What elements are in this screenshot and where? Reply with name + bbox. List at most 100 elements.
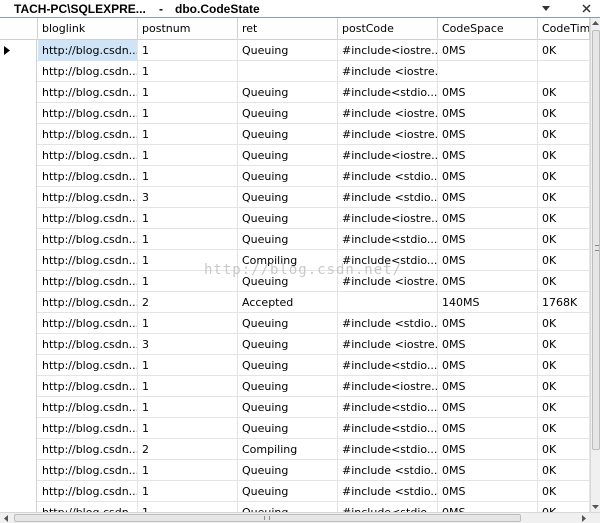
row-selector[interactable] (0, 250, 37, 271)
cell-bloglink[interactable]: http://blog.csdn... (38, 61, 138, 82)
cell-postnum[interactable]: 1 (138, 397, 238, 418)
table-row[interactable]: http://blog.csdn... 2 Accepted 140MS 1768K (0, 292, 590, 313)
cell-codespace[interactable]: 0MS (438, 229, 538, 250)
cell-codetime[interactable]: 0K (538, 439, 590, 460)
cell-postcode[interactable]: #include<stdio.... (338, 418, 438, 439)
cell-bloglink[interactable]: http://blog.csdn... (38, 250, 138, 271)
cell-bloglink[interactable]: http://blog.csdn... (38, 439, 138, 460)
row-selector[interactable] (0, 229, 37, 250)
cell-bloglink[interactable]: http://blog.csdn... (38, 502, 138, 512)
cell-ret[interactable]: Queuing (238, 460, 338, 481)
cell-ret[interactable]: Queuing (238, 355, 338, 376)
cell-postnum[interactable]: 1 (138, 124, 238, 145)
row-selector[interactable] (0, 292, 37, 313)
table-row[interactable]: http://blog.csdn...1Queuing#include<stdi… (0, 397, 590, 418)
cell-codetime[interactable]: 0K (538, 250, 590, 271)
cell-ret[interactable]: Queuing (238, 82, 338, 103)
table-row[interactable]: http://blog.csdn...1Queuing#include<stdi… (0, 418, 590, 439)
table-row[interactable]: http://blog.csdn... 1 Queuing #include <ios… (0, 124, 590, 145)
column-header-bloglink[interactable]: bloglink (38, 18, 138, 40)
cell-ret[interactable]: Queuing (238, 124, 338, 145)
cell-postnum[interactable]: 2 (138, 439, 238, 460)
cell-postcode[interactable]: #include<stdio.... (338, 397, 438, 418)
row-selector[interactable] (0, 166, 37, 187)
cell-postnum[interactable]: 1 (138, 103, 238, 124)
table-row[interactable]: http://blog.csdn... 1 #include <iostre... (0, 61, 590, 82)
cell-postnum[interactable]: 1 (138, 271, 238, 292)
tab-connection[interactable]: TACH-PC\SQLEXPRE... (14, 0, 146, 18)
cell-bloglink[interactable]: http://blog.csdn... (38, 166, 138, 187)
cell-codespace[interactable]: 0MS (438, 376, 538, 397)
table-row[interactable]: http://blog.csdn...1Queuing#include<stdi… (0, 229, 590, 250)
cell-codetime[interactable]: 0K (538, 334, 590, 355)
table-row[interactable]: http://blog.csdn... 1 Queuing #include<iost… (0, 145, 590, 166)
horizontal-scrollbar[interactable] (0, 512, 600, 523)
cell-bloglink[interactable]: http://blog.csdn... (38, 313, 138, 334)
cell-postnum[interactable]: 1 (138, 313, 238, 334)
cell-bloglink[interactable]: http://blog.csdn... (38, 145, 138, 166)
cell-bloglink[interactable]: http://blog.csdn... (38, 82, 138, 103)
cell-postcode[interactable]: #include<stdio.... (338, 502, 438, 512)
cell-postcode[interactable]: #include <iostre... (338, 103, 438, 124)
row-selector[interactable] (0, 103, 37, 124)
row-selector[interactable] (0, 439, 37, 460)
row-selector[interactable] (0, 355, 37, 376)
cell-codetime[interactable]: 0K (538, 166, 590, 187)
cell-postcode[interactable]: #include<stdio.... (338, 439, 438, 460)
cell-codespace[interactable]: 140MS (438, 292, 538, 313)
cell-ret[interactable]: Queuing (238, 313, 338, 334)
table-row[interactable]: http://blog.csdn... 1 Queuing #include <std… (0, 460, 590, 481)
cell-postnum[interactable]: 1 (138, 82, 238, 103)
cell-codetime[interactable]: 0K (538, 460, 590, 481)
chevron-down-icon[interactable] (540, 2, 552, 14)
cell-postnum[interactable]: 2 (138, 292, 238, 313)
cell-codespace[interactable]: 0MS (438, 187, 538, 208)
horizontal-scroll-thumb[interactable] (14, 514, 521, 522)
cell-postnum[interactable]: 1 (138, 208, 238, 229)
cell-bloglink[interactable]: http://blog.csdn... (38, 418, 138, 439)
cell-bloglink[interactable]: http://blog.csdn... (38, 103, 138, 124)
table-row[interactable]: http://blog.csdn... 1 Queuing #include<iost… (0, 40, 590, 61)
vertical-scroll-thumb[interactable] (592, 30, 600, 450)
cell-codetime[interactable]: 0K (538, 103, 590, 124)
cell-codetime[interactable]: 0K (538, 145, 590, 166)
row-selector[interactable] (0, 187, 37, 208)
cell-postnum[interactable]: 1 (138, 229, 238, 250)
cell-bloglink[interactable]: http://blog.csdn... (38, 187, 138, 208)
cell-codespace[interactable]: 0MS (438, 271, 538, 292)
cell-bloglink[interactable]: http://blog.csdn... (38, 397, 138, 418)
row-selector[interactable] (0, 313, 37, 334)
cell-postcode[interactable]: #include <stdio.... (338, 460, 438, 481)
table-row[interactable]: http://blog.csdn... 1 Queuing #include <ios… (0, 103, 590, 124)
table-row[interactable]: http://blog.csdn... 2 Compiling #include<st… (0, 439, 590, 460)
cell-ret[interactable]: Queuing (238, 271, 338, 292)
row-selector[interactable] (0, 376, 37, 397)
cell-codetime[interactable]: 0K (538, 82, 590, 103)
cell-codespace[interactable] (438, 61, 538, 82)
cell-bloglink[interactable]: http://blog.csdn... (38, 376, 138, 397)
table-row[interactable]: http://blog.csdn... 1 Queuing #include<iost… (0, 376, 590, 397)
cell-ret[interactable]: Queuing (238, 103, 338, 124)
cell-codetime[interactable]: 0K (538, 124, 590, 145)
cell-ret[interactable]: Queuing (238, 229, 338, 250)
column-header-postnum[interactable]: postnum (138, 18, 238, 40)
cell-codespace[interactable]: 0MS (438, 418, 538, 439)
scroll-up-icon[interactable] (591, 18, 600, 28)
cell-ret[interactable]: Queuing (238, 145, 338, 166)
row-selector[interactable] (0, 208, 37, 229)
cell-postnum[interactable]: 1 (138, 460, 238, 481)
cell-bloglink[interactable]: http://blog.csdn... (38, 460, 138, 481)
cell-bloglink[interactable]: http://blog.csdn... (38, 481, 138, 502)
cell-bloglink[interactable]: http://blog.csdn... (38, 124, 138, 145)
cell-postnum[interactable]: 3 (138, 187, 238, 208)
cell-codespace[interactable]: 0MS (438, 439, 538, 460)
cell-postcode[interactable]: #include <iostre... (338, 334, 438, 355)
cell-bloglink[interactable]: http://blog.csdn... (38, 355, 138, 376)
cell-postcode[interactable]: #include<stdio.... (338, 229, 438, 250)
cell-postnum[interactable]: 3 (138, 334, 238, 355)
cell-codetime[interactable]: 0K (538, 271, 590, 292)
column-header-codespace[interactable]: CodeSpace (438, 18, 538, 40)
table-row[interactable]: http://blog.csdn...1Queuing#include<stdi… (0, 502, 590, 512)
close-icon[interactable] (580, 2, 592, 14)
cell-ret[interactable]: Accepted (238, 292, 338, 313)
